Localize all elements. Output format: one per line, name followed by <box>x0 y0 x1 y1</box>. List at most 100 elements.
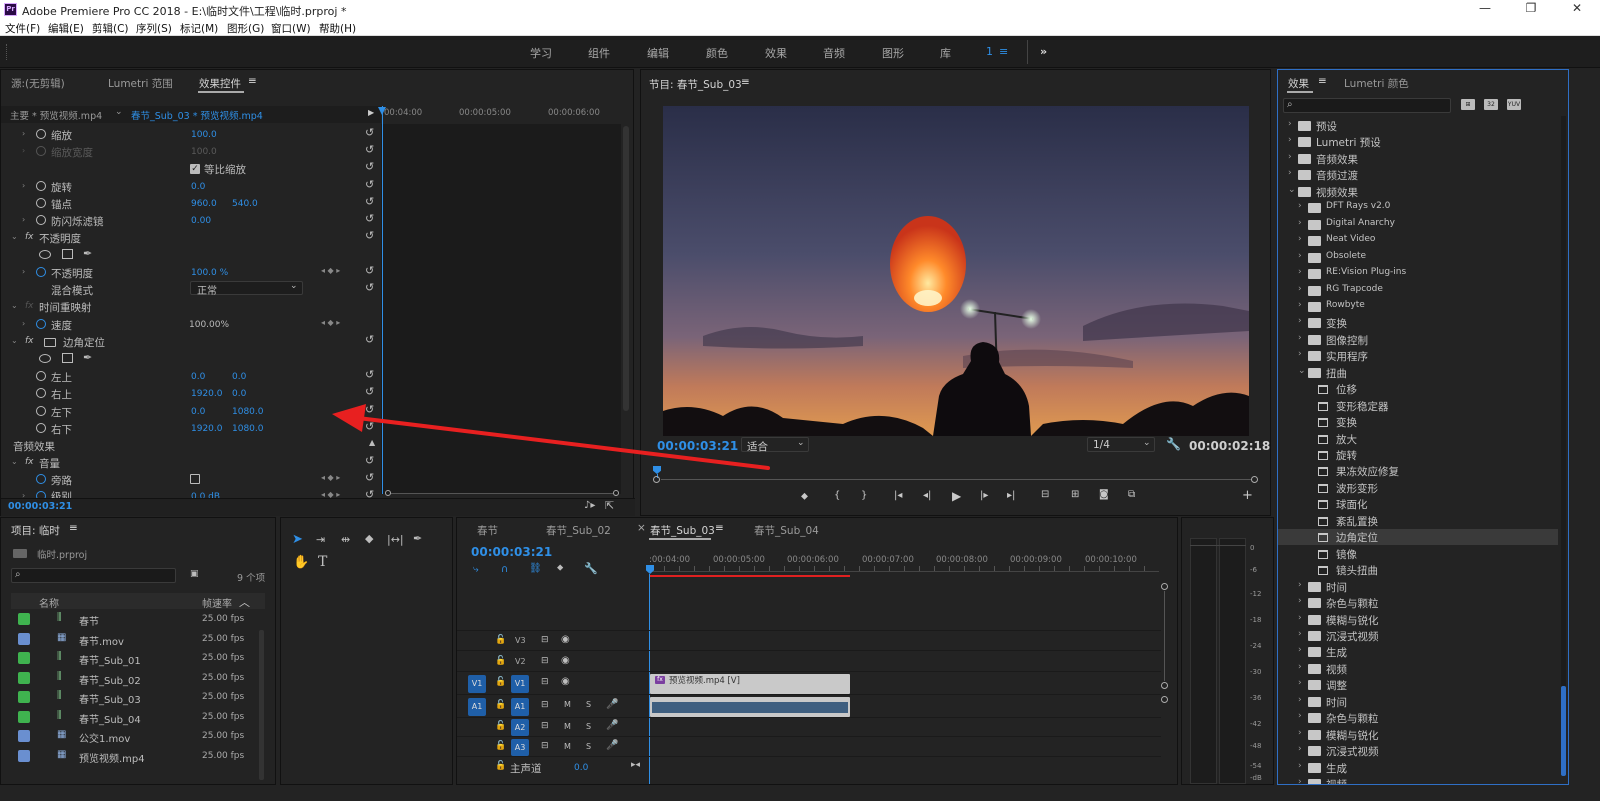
maximize-icon[interactable]: ❐ <box>1508 0 1554 19</box>
lift-icon[interactable]: ⊟ <box>1041 489 1049 500</box>
track-target-a2[interactable]: A2 <box>511 719 529 736</box>
anchor-x-value[interactable]: 960.0 <box>191 199 217 209</box>
label-color-chip[interactable] <box>18 691 30 703</box>
rectangle-mask-icon[interactable] <box>62 249 73 259</box>
fx-icon[interactable]: fx <box>25 457 34 467</box>
filter-icon[interactable]: ♪▸ <box>584 500 595 511</box>
track-target-a1[interactable]: A1 <box>511 698 529 716</box>
menu-graphics[interactable]: 图形(G) <box>227 21 264 36</box>
solo-button[interactable]: S <box>586 742 591 751</box>
close-icon[interactable]: ✕ <box>1554 0 1600 19</box>
effect-folder[interactable]: › 预设 <box>1278 118 1558 134</box>
playhead[interactable] <box>382 106 383 494</box>
hand-tool-icon[interactable]: ✋ <box>293 555 309 570</box>
source-patch-v1[interactable]: V1 <box>468 675 486 693</box>
master-clip[interactable]: 主要 * 预览视频.mp4 <box>10 108 102 122</box>
chevron-right-icon[interactable]: › <box>1298 284 1302 294</box>
workspace-color[interactable]: 颜色 <box>706 45 728 61</box>
framerate-column-header[interactable]: 帧速率 <box>202 595 232 610</box>
master-value[interactable]: 0.0 <box>574 763 588 773</box>
chevron-down-icon[interactable]: ⌄ <box>1298 366 1306 376</box>
panel-menu-icon[interactable]: ≡ <box>715 522 724 534</box>
menu-marker[interactable]: 标记(M) <box>180 21 218 36</box>
chevron-right-icon[interactable]: › <box>1298 645 1302 655</box>
selection-tool-icon[interactable]: ➤ <box>292 532 303 547</box>
chevron-right-icon[interactable]: › <box>1298 777 1302 784</box>
reset-icon[interactable]: ↺ <box>365 404 376 416</box>
chevron-right-icon[interactable]: › <box>1298 201 1302 211</box>
upper-right-x[interactable]: 1920.0 <box>191 389 223 399</box>
panel-menu-icon[interactable]: ≡ <box>248 75 257 87</box>
chevron-right-icon[interactable]: › <box>1298 333 1302 343</box>
lock-icon[interactable]: 🔓 <box>495 761 506 771</box>
sync-lock-icon[interactable]: ⊟ <box>541 721 549 731</box>
effect-item[interactable]: 变换 <box>1278 414 1558 430</box>
add-marker-icon[interactable]: ⬥ <box>557 563 563 573</box>
new-bin-icon[interactable]: ▣ <box>190 569 199 579</box>
menu-edit[interactable]: 编辑(E) <box>48 21 84 36</box>
collapse-icon[interactable]: ▲ <box>369 438 375 447</box>
menu-window[interactable]: 窗口(W) <box>271 21 311 36</box>
extract-icon[interactable]: ⊞ <box>1071 489 1079 500</box>
chevron-right-icon[interactable]: › <box>1298 251 1302 261</box>
project-search-input[interactable]: ⌕ <box>11 568 176 583</box>
effect-folder[interactable]: › 杂色与颗粒 <box>1278 710 1558 726</box>
effect-folder[interactable]: › Neat Video <box>1278 233 1558 249</box>
pen-tool-icon[interactable]: ✒ <box>413 532 422 545</box>
effect-folder[interactable]: › Lumetri 预设 <box>1278 134 1558 150</box>
eye-icon[interactable]: ◉ <box>561 655 570 666</box>
program-monitor-title[interactable]: 节目: 春节_Sub_03 <box>649 77 742 92</box>
ripple-edit-tool-icon[interactable]: ⇹ <box>341 533 350 546</box>
flicker-value[interactable]: 0.00 <box>191 216 211 226</box>
label-color-chip[interactable] <box>18 710 30 723</box>
tab-effect-controls[interactable]: 效果控件 <box>199 76 241 91</box>
workspace-custom[interactable]: 1 <box>986 45 993 58</box>
effect-item[interactable]: 波形变形 <box>1278 480 1558 496</box>
effect-folder[interactable]: ⌄ 视频效果 <box>1278 184 1558 200</box>
panel-menu-icon[interactable]: ≡ <box>69 522 78 534</box>
effect-folder[interactable]: › Digital Anarchy <box>1278 217 1558 233</box>
project-title[interactable]: 项目: 临时 <box>11 523 60 538</box>
opacity-value[interactable]: 100.0 % <box>191 268 228 278</box>
sync-lock-icon[interactable]: ⊟ <box>541 635 549 645</box>
zoom-handle[interactable] <box>613 490 619 496</box>
fx-icon[interactable]: fx <box>25 336 34 346</box>
panel-menu-icon[interactable]: ≡ <box>1318 75 1327 87</box>
video-frame[interactable] <box>663 106 1249 436</box>
camera-icon[interactable]: ◙ <box>1099 489 1109 500</box>
tab-lumetri-scopes[interactable]: Lumetri 范围 <box>108 76 173 91</box>
stopwatch-icon[interactable] <box>36 423 46 433</box>
effect-folder[interactable]: › 实用程序 <box>1278 348 1558 364</box>
menu-file[interactable]: 文件(F) <box>5 21 40 36</box>
comparison-icon[interactable]: ⧉ <box>1128 489 1135 500</box>
effect-folder[interactable]: › 模糊与锐化 <box>1278 612 1558 628</box>
chevron-right-icon[interactable]: › <box>1298 267 1302 277</box>
mute-button[interactable]: M <box>564 742 571 751</box>
chevron-right-icon[interactable]: › <box>1298 761 1302 771</box>
list-item[interactable]: ⫼ 春节_Sub_01 25.00 fps <box>11 649 259 668</box>
reset-icon[interactable]: ↺ <box>365 230 376 242</box>
track-target-v1[interactable]: V1 <box>511 675 529 693</box>
lock-icon[interactable]: 🔓 <box>495 700 506 710</box>
list-item[interactable]: ▦ 预览视频.mp4 25.00 fps <box>11 747 259 766</box>
stopwatch-icon[interactable] <box>36 371 46 381</box>
ec-zoom-bar[interactable] <box>391 493 613 494</box>
sync-lock-icon[interactable]: ⊟ <box>541 656 549 666</box>
effect-item[interactable]: 紊乱置换 <box>1278 513 1558 529</box>
menu-clip[interactable]: 剪辑(C) <box>92 21 129 36</box>
stopwatch-icon[interactable] <box>36 267 46 277</box>
stopwatch-icon[interactable] <box>36 198 46 208</box>
workspace-graphics[interactable]: 图形 <box>882 45 904 61</box>
bypass-checkbox[interactable] <box>190 474 200 484</box>
effect-folder[interactable]: › RE:Vision Plug-ins <box>1278 266 1558 282</box>
effect-folder[interactable]: › 沉浸式视频 <box>1278 743 1558 759</box>
lower-left-x[interactable]: 0.0 <box>191 407 205 417</box>
effect-folder[interactable]: › 杂色与颗粒 <box>1278 595 1558 611</box>
effect-folder[interactable]: › 生成 <box>1278 760 1558 776</box>
effects-scroll-thumb[interactable] <box>1561 686 1566 776</box>
chevron-right-icon[interactable]: › <box>1298 728 1302 738</box>
label-color-chip[interactable] <box>18 671 30 684</box>
scale-value[interactable]: 100.0 <box>191 130 217 140</box>
lock-icon[interactable]: 🔓 <box>495 741 506 751</box>
program-timecode[interactable]: 00:00:03:21 <box>657 439 738 453</box>
